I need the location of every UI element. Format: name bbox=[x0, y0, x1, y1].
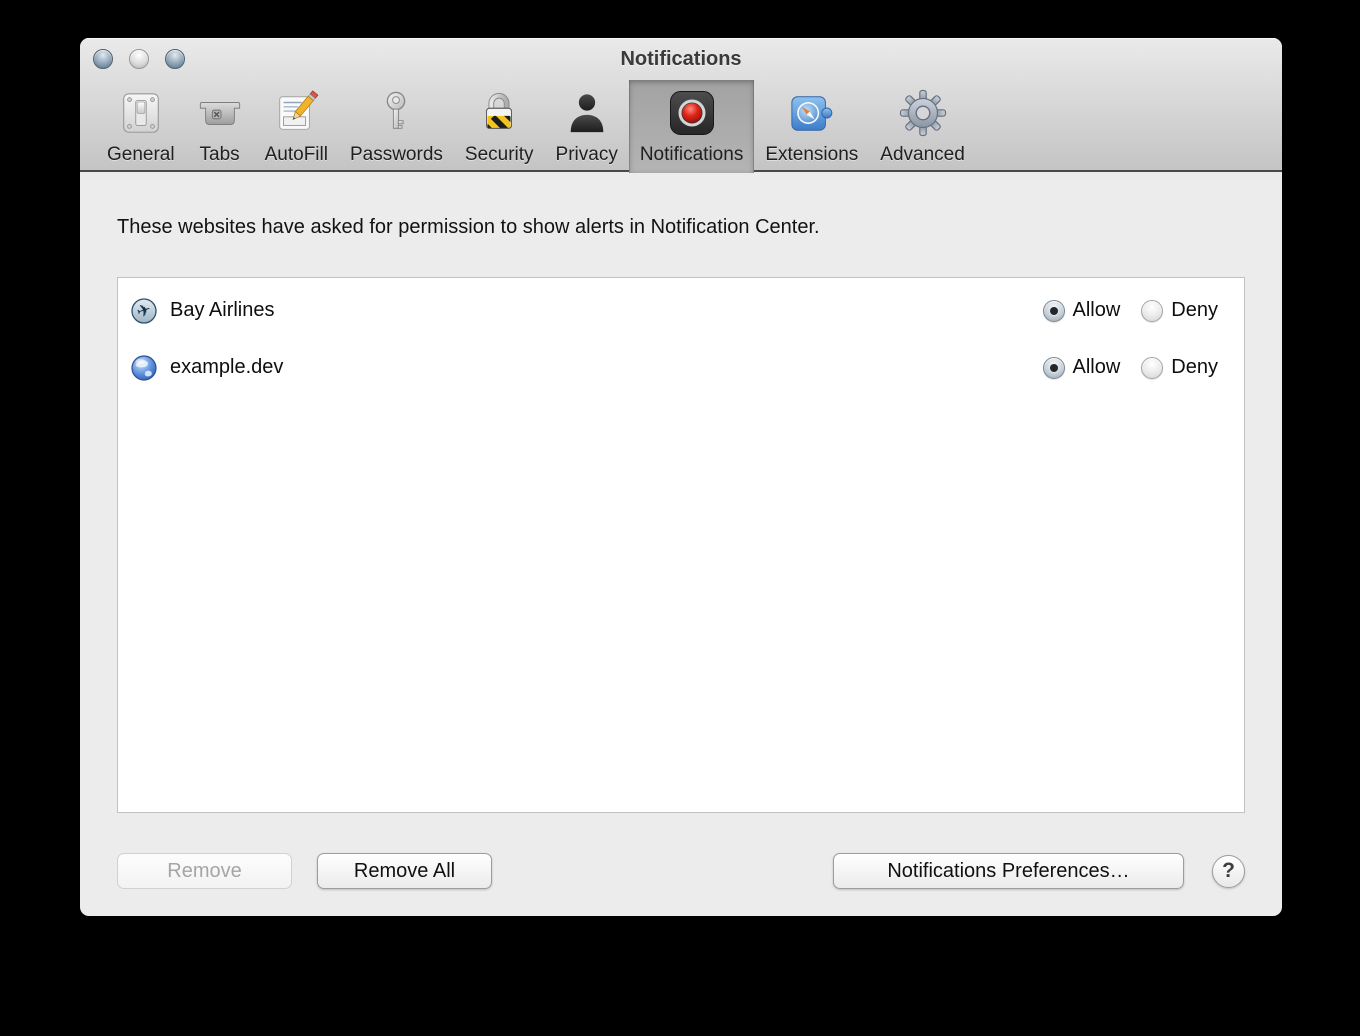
notifications-preferences-button[interactable]: Notifications Preferences… bbox=[833, 853, 1184, 889]
tab-advanced-label: Advanced bbox=[880, 144, 965, 165]
zoom-button[interactable] bbox=[165, 49, 185, 69]
padlock-icon bbox=[476, 85, 522, 141]
tab-passwords[interactable]: Passwords bbox=[339, 80, 454, 173]
footer-bar: Remove Remove All Notifications Preferen… bbox=[117, 850, 1245, 892]
record-dot-icon bbox=[668, 85, 716, 141]
pane-description: These websites have asked for permission… bbox=[117, 216, 820, 238]
tab-privacy-label: Privacy bbox=[555, 144, 618, 165]
tab-tabs[interactable]: Tabs bbox=[186, 80, 254, 173]
pencil-form-icon bbox=[273, 85, 319, 141]
websites-list: ✈ Bay Airlines Allow Deny example.dev Al… bbox=[117, 277, 1245, 813]
gear-icon bbox=[899, 85, 947, 141]
person-icon bbox=[564, 85, 610, 141]
site-name: example.dev bbox=[170, 356, 284, 378]
puzzle-compass-icon bbox=[788, 85, 836, 141]
deny-option[interactable]: Deny bbox=[1141, 356, 1218, 379]
close-button[interactable] bbox=[93, 49, 113, 69]
website-row[interactable]: example.dev Allow Deny bbox=[118, 339, 1244, 396]
deny-label: Deny bbox=[1171, 356, 1218, 378]
deny-option[interactable]: Deny bbox=[1141, 299, 1218, 322]
tab-autofill-label: AutoFill bbox=[264, 144, 328, 165]
allow-label: Allow bbox=[1072, 299, 1121, 321]
tab-extensions[interactable]: Extensions bbox=[754, 80, 869, 173]
minimize-button[interactable] bbox=[129, 49, 149, 69]
permission-radio-area: Allow Deny bbox=[1042, 356, 1218, 379]
key-icon bbox=[373, 85, 419, 141]
deny-radio[interactable] bbox=[1141, 299, 1164, 322]
window-chrome: Notifications General Tabs AutoFill Pass… bbox=[80, 38, 1282, 173]
tab-autofill[interactable]: AutoFill bbox=[254, 80, 339, 173]
tab-notifications[interactable]: Notifications bbox=[628, 80, 755, 173]
site-name: Bay Airlines bbox=[170, 299, 275, 321]
window-title: Notifications bbox=[620, 47, 742, 70]
deny-label: Deny bbox=[1171, 299, 1218, 321]
allow-radio[interactable] bbox=[1042, 299, 1065, 322]
tab-privacy[interactable]: Privacy bbox=[545, 80, 629, 173]
preferences-toolbar: General Tabs AutoFill Passwords Security… bbox=[80, 80, 1282, 173]
tab-extensions-label: Extensions bbox=[765, 144, 859, 165]
light-switch-icon bbox=[118, 85, 164, 141]
tab-security-label: Security bbox=[464, 144, 534, 165]
globe-favicon bbox=[131, 354, 157, 381]
deny-radio[interactable] bbox=[1141, 356, 1164, 379]
allow-option[interactable]: Allow bbox=[1042, 356, 1121, 379]
tab-security[interactable]: Security bbox=[454, 80, 545, 173]
remove-all-button[interactable]: Remove All bbox=[317, 853, 492, 889]
allow-label: Allow bbox=[1072, 356, 1121, 378]
tab-advanced[interactable]: Advanced bbox=[869, 80, 976, 173]
tab-general-label: General bbox=[107, 144, 175, 165]
allow-radio[interactable] bbox=[1042, 356, 1065, 379]
tab-general[interactable]: General bbox=[96, 80, 186, 173]
airplane-favicon: ✈ bbox=[131, 297, 157, 324]
title-bar[interactable]: Notifications bbox=[80, 38, 1282, 80]
safari-preferences-window: Notifications General Tabs AutoFill Pass… bbox=[80, 38, 1282, 916]
tab-passwords-label: Passwords bbox=[349, 144, 443, 165]
traffic-lights bbox=[93, 49, 185, 69]
help-button[interactable]: ? bbox=[1212, 854, 1245, 888]
tab-notifications-label: Notifications bbox=[639, 144, 744, 165]
website-row[interactable]: ✈ Bay Airlines Allow Deny bbox=[118, 282, 1244, 339]
tab-icon bbox=[197, 85, 243, 141]
tab-tabs-label: Tabs bbox=[199, 144, 240, 165]
remove-button[interactable]: Remove bbox=[117, 853, 292, 889]
allow-option[interactable]: Allow bbox=[1042, 299, 1121, 322]
permission-radio-area: Allow Deny bbox=[1042, 299, 1218, 322]
